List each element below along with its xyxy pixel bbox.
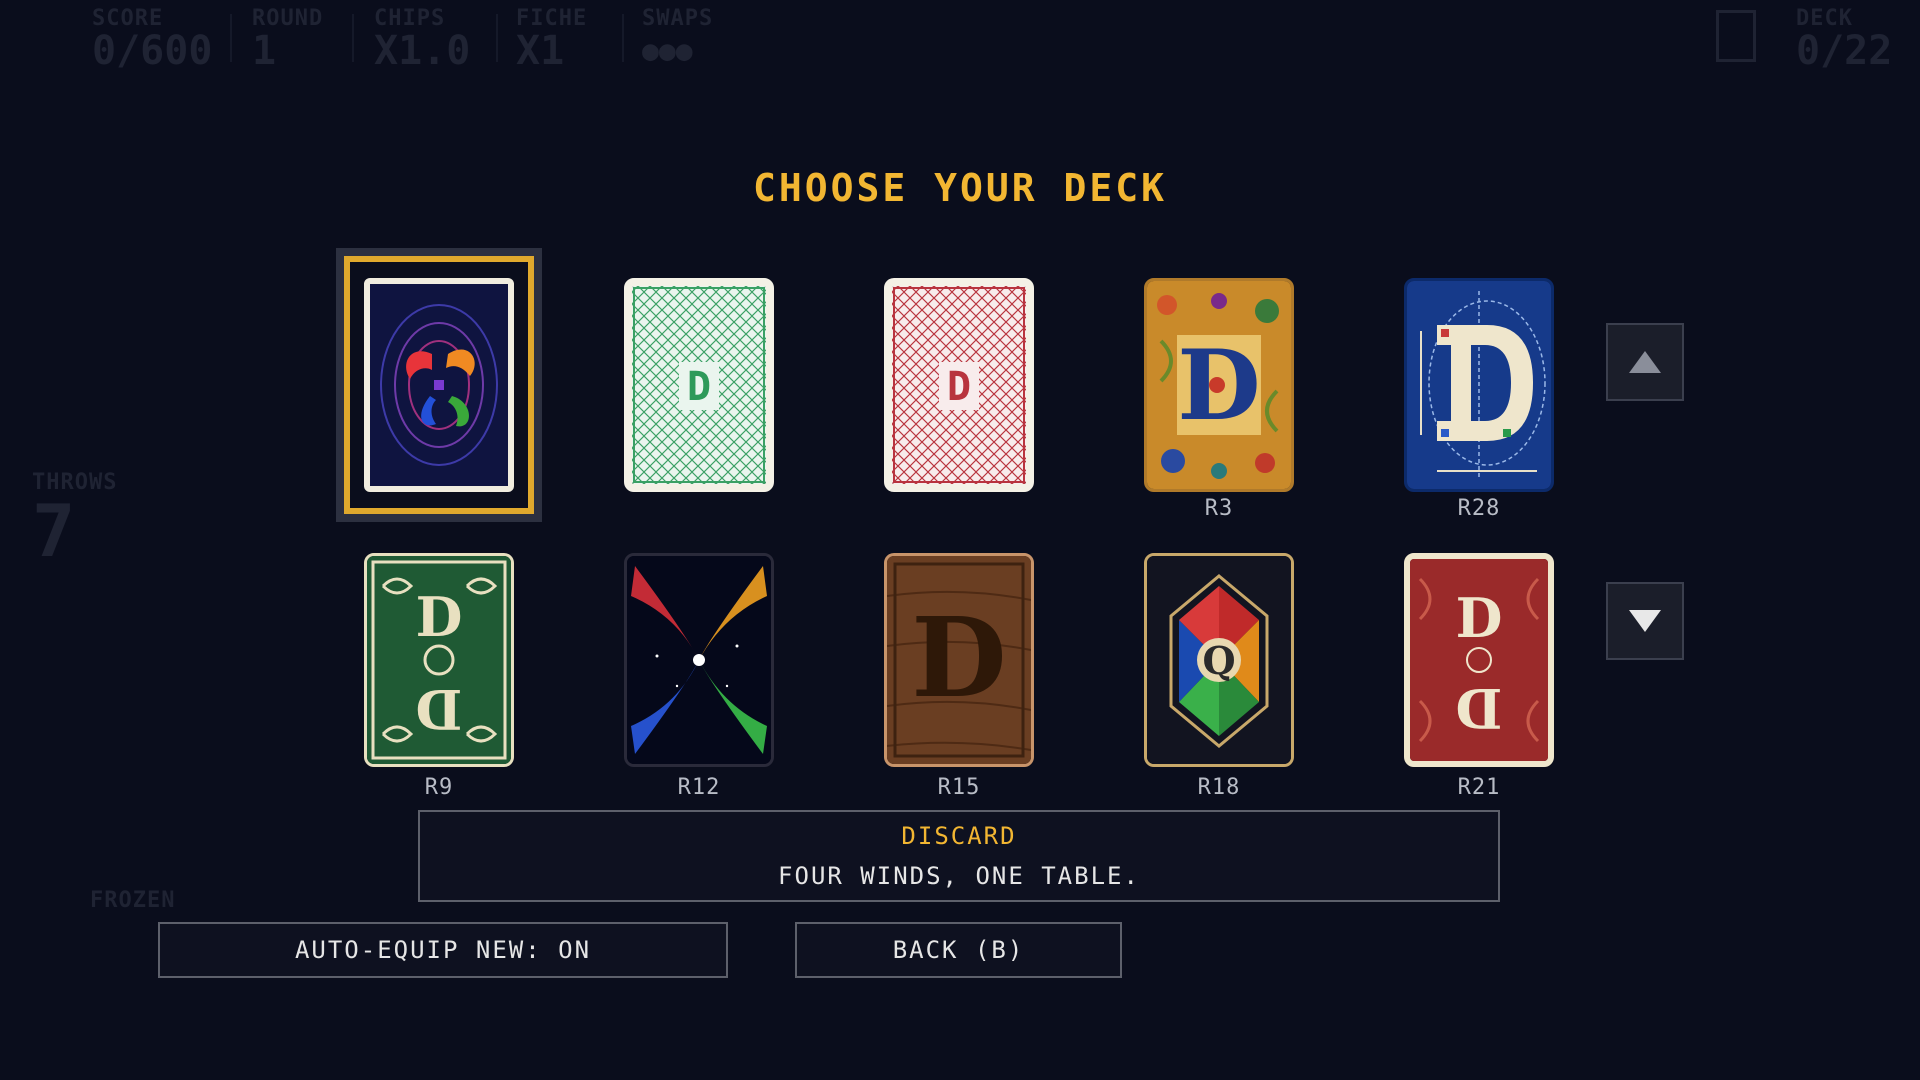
deck-card-stained-glass[interactable]: Q R18 [1144,553,1294,800]
hud-deck: DECK 0/22 [1796,6,1892,71]
arrow-up-icon [1629,351,1661,373]
illuminated-d-art: D [1147,281,1291,489]
svg-text:D: D [1456,676,1503,740]
deck-label-r21: R21 [1457,775,1501,800]
svg-text:D: D [416,585,463,649]
chips-value: X1.0 [374,28,471,74]
deck-description-panel: DISCARD FOUR WINDS, ONE TABLE. [418,810,1500,902]
deck-card-red-ornate[interactable]: D D R21 [1404,553,1554,800]
hud-fiche: FICHE X1 [516,6,587,71]
frozen-label: FROZEN [90,888,176,913]
round-value: 1 [252,28,277,74]
deck-label-r12: R12 [677,775,721,800]
svg-text:D: D [416,677,463,741]
svg-text:D: D [911,593,1006,722]
stained-glass-art: Q [1147,556,1291,764]
deck-label-r18: R18 [1197,775,1241,800]
deck-card-illuminated-d[interactable]: D [1144,278,1294,492]
nebula-art [627,556,771,764]
deck-card-nebula[interactable]: R12 [624,553,774,800]
deck-value: 0/22 [1796,28,1893,74]
svg-text:D: D [687,364,711,410]
red-ornate-art: D D [1410,559,1548,761]
deck-name: DISCARD [901,822,1017,850]
swaps-value: ●●● [642,34,693,67]
auto-equip-toggle-button[interactable]: AUTO-EQUIP NEW: ON [158,922,728,978]
deck-label-r3: R3 [1204,496,1234,521]
throws-value: 7 [32,489,76,573]
deck-card-red-d[interactable]: D [884,278,1034,492]
green-d-art: D [632,286,766,484]
deck-card-green-ornate[interactable]: D D R9 [364,553,514,800]
deck-label-r9: R9 [424,775,454,800]
deck-card-blueprint-d[interactable] [1404,278,1554,492]
fiche-value: X1 [516,28,565,74]
deck-card-wood-d[interactable]: D R15 [884,553,1034,800]
swirl-art [370,284,508,486]
green-ornate-art: D D [367,556,511,764]
hud-score: SCORE 0/600 [92,6,212,71]
svg-text:Q: Q [1202,638,1235,683]
svg-text:D: D [1456,586,1503,650]
deck-description: FOUR WINDS, ONE TABLE. [778,862,1140,890]
page-title: CHOOSE YOUR DECK [752,166,1168,210]
deck-label-r15: R15 [937,775,981,800]
deck-card-green-d[interactable]: D [624,278,774,492]
swaps-label: SWAPS [642,6,714,31]
wood-d-art: D [887,556,1031,764]
scroll-up-button[interactable] [1606,323,1684,401]
red-d-art: D [892,286,1026,484]
scroll-down-button[interactable] [1606,582,1684,660]
deck-icon [1716,10,1756,62]
hud-throws: THROWS 7 [32,470,117,567]
hud-swaps: SWAPS ●●● [642,6,713,71]
deck-label-r28: R28 [1457,496,1501,521]
arrow-down-icon [1629,610,1661,632]
score-value: 0/600 [92,28,213,74]
deck-card-swirl[interactable] [336,248,542,522]
blueprint-d-art [1407,281,1551,489]
svg-text:D: D [947,364,971,410]
hud-round: ROUND 1 [252,6,323,71]
back-button[interactable]: BACK (B) [795,922,1122,978]
hud-chips: CHIPS X1.0 [374,6,470,71]
